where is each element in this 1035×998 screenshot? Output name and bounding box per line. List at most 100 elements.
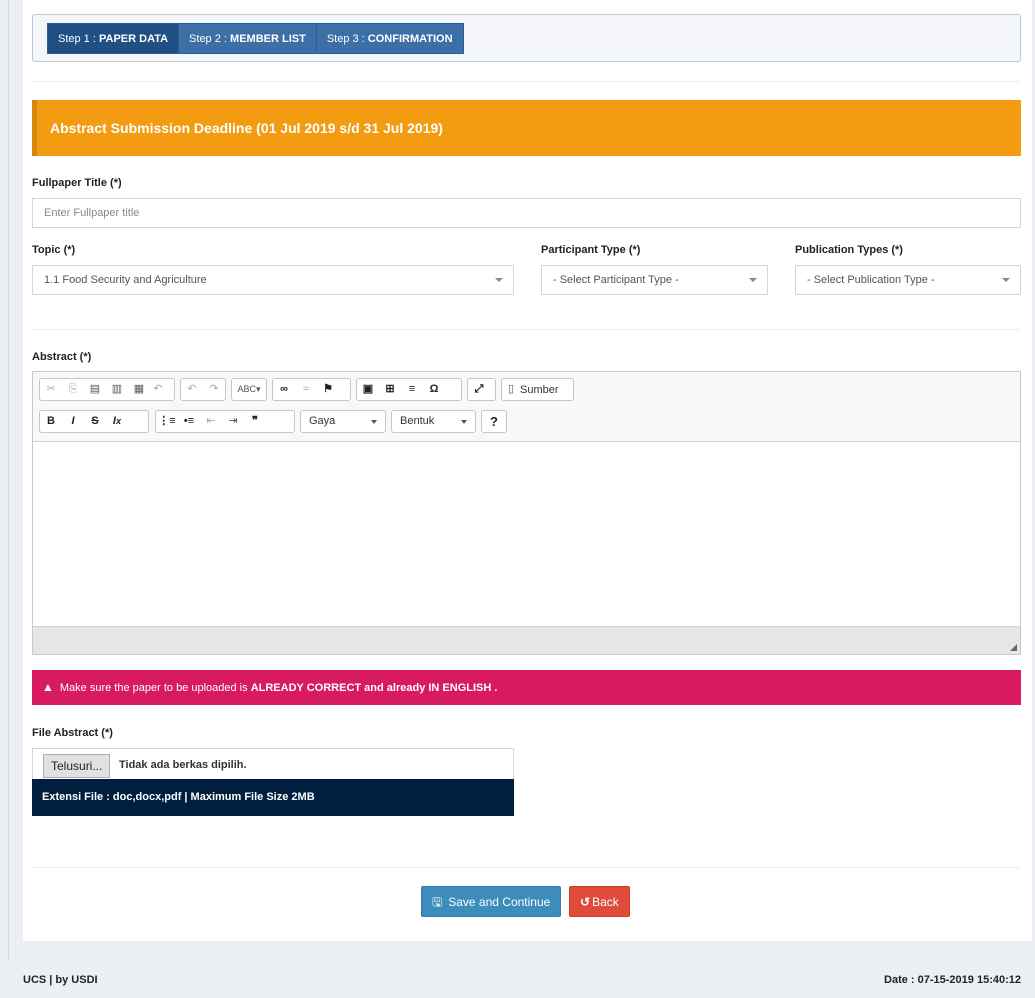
chevron-down-icon xyxy=(495,278,503,282)
editor-toolbar: ✂ ⎘ ▤ ▥ ▦ ↶ ↶ ↷ ABC▾ ∞ ≈ ⚑ ▣ ⊞ ≡ Ω ⤢ ▯ S… xyxy=(33,372,1020,442)
undo-redo-group: ↶ ↷ xyxy=(180,378,226,401)
table-icon[interactable]: ⊞ xyxy=(379,379,401,400)
publication-type-label: Publication Types (*) xyxy=(795,244,903,256)
back-label: Back xyxy=(592,895,619,909)
tab-step-2[interactable]: Step 2 : MEMBER LIST xyxy=(178,23,317,54)
back-button[interactable]: ↺ Back xyxy=(569,886,630,917)
chevron-down-icon xyxy=(371,420,377,424)
help-button[interactable]: ? xyxy=(481,410,507,433)
step-1-name: PAPER DATA xyxy=(98,33,169,45)
link-icon[interactable]: ∞ xyxy=(273,379,295,400)
indent-icon[interactable]: ⇥ xyxy=(222,411,244,432)
maximize-icon: ⤢ xyxy=(474,383,484,395)
editor-content-area[interactable] xyxy=(33,443,1020,627)
step-2-prefix: Step 2 : xyxy=(189,33,231,45)
save-icon: 🖫 xyxy=(432,895,443,909)
bulleted-list-icon[interactable]: •≡ xyxy=(178,411,200,432)
list-group: ⋮≡ •≡ ⇤ ⇥ ❞ xyxy=(155,410,295,433)
chevron-down-icon xyxy=(749,278,757,282)
abstract-editor: ✂ ⎘ ▤ ▥ ▦ ↶ ↶ ↷ ABC▾ ∞ ≈ ⚑ ▣ ⊞ ≡ Ω ⤢ ▯ S… xyxy=(32,371,1021,655)
warning-and: and xyxy=(361,682,387,694)
clipboard-group: ✂ ⎘ ▤ ▥ ▦ ↶ xyxy=(39,378,175,401)
spellcheck-icon: ABC▾ xyxy=(237,384,261,394)
topic-label: Topic (*) xyxy=(32,244,76,256)
italic-icon[interactable]: I xyxy=(62,411,84,432)
redo-icon[interactable]: ↷ xyxy=(203,379,225,400)
steps-bar: Step 1 : PAPER DATA Step 2 : MEMBER LIST… xyxy=(32,14,1021,62)
warning-icon: ▲ xyxy=(42,680,54,694)
left-border xyxy=(8,0,9,960)
undo-icon[interactable]: ↶ xyxy=(150,379,166,400)
paste-icon[interactable]: ▤ xyxy=(84,379,106,400)
format-label: Bentuk xyxy=(400,415,435,427)
spellcheck-button[interactable]: ABC▾ xyxy=(231,378,267,401)
chevron-down-icon xyxy=(461,420,467,424)
blockquote-icon[interactable]: ❞ xyxy=(244,411,266,432)
format-dropdown[interactable]: Bentuk xyxy=(391,410,476,433)
source-label: Sumber xyxy=(520,383,559,396)
participant-type-value: - Select Participant Type - xyxy=(553,274,679,286)
paste-text-icon[interactable]: ▥ xyxy=(106,379,128,400)
step-2-name: MEMBER LIST xyxy=(230,33,306,45)
fullpaper-title-input[interactable]: Enter Fullpaper title xyxy=(32,198,1021,228)
insert-group: ▣ ⊞ ≡ Ω xyxy=(356,378,462,401)
browse-button[interactable]: Telusuri... xyxy=(43,754,111,778)
maximize-button[interactable]: ⤢ xyxy=(467,378,496,401)
chevron-down-icon xyxy=(1002,278,1010,282)
paste-word-icon[interactable]: ▦ xyxy=(128,379,150,400)
step-1-prefix: Step 1 : xyxy=(58,33,99,45)
footer-date: Date : 07-15-2019 15:40:12 xyxy=(884,974,1021,986)
participant-type-label: Participant Type (*) xyxy=(541,244,641,256)
divider xyxy=(32,81,1021,82)
step-3-name: CONFIRMATION xyxy=(367,33,453,45)
style-dropdown[interactable]: Gaya xyxy=(300,410,386,433)
numbered-list-icon[interactable]: ⋮≡ xyxy=(156,411,178,432)
undo-arrow-icon: ↺ xyxy=(580,895,591,909)
step-3-prefix: Step 3 : xyxy=(326,33,368,45)
undo-icon[interactable]: ↶ xyxy=(181,379,203,400)
copy-icon[interactable]: ⎘ xyxy=(62,379,84,400)
unlink-icon[interactable]: ≈ xyxy=(295,379,317,400)
footer-credit: UCS | by USDI xyxy=(23,974,98,986)
horizontal-line-icon[interactable]: ≡ xyxy=(401,379,423,400)
strike-icon[interactable]: S xyxy=(84,411,106,432)
remove-format-icon[interactable]: Ix xyxy=(106,411,128,432)
anchor-flag-icon[interactable]: ⚑ xyxy=(317,379,339,400)
topic-select[interactable]: 1.1 Food Security and Agriculture xyxy=(32,265,514,295)
special-char-icon[interactable]: Ω xyxy=(423,379,445,400)
editor-statusbar xyxy=(33,626,1020,654)
source-icon: ▯ xyxy=(507,383,515,395)
help-icon: ? xyxy=(490,414,498,429)
save-and-continue-button[interactable]: 🖫 Save and Continue xyxy=(421,886,562,917)
main-panel: Step 1 : PAPER DATA Step 2 : MEMBER LIST… xyxy=(23,0,1032,941)
warning-bold-correct: ALREADY CORRECT xyxy=(250,682,362,694)
style-label: Gaya xyxy=(309,415,336,427)
publication-type-select[interactable]: - Select Publication Type - xyxy=(795,265,1021,295)
image-icon[interactable]: ▣ xyxy=(357,379,379,400)
english-warning-alert: ▲ Make sure the paper to be uploaded is A… xyxy=(32,670,1021,705)
tab-step-1[interactable]: Step 1 : PAPER DATA xyxy=(47,23,180,54)
source-button[interactable]: ▯ Sumber xyxy=(501,378,574,401)
warning-bold-english: already IN ENGLISH . xyxy=(386,682,498,694)
publication-type-value: - Select Publication Type - xyxy=(807,274,935,286)
divider xyxy=(32,329,1021,330)
file-input[interactable]: Telusuri... Tidak ada berkas dipilih. xyxy=(32,748,514,780)
file-abstract-label: File Abstract (*) xyxy=(32,727,113,739)
bold-icon[interactable]: B xyxy=(40,411,62,432)
link-group: ∞ ≈ ⚑ xyxy=(272,378,351,401)
warning-text: Make sure the paper to be uploaded is xyxy=(59,682,251,694)
file-extension-note: Extensi File : doc,docx,pdf | Maximum Fi… xyxy=(32,779,514,816)
abstract-label: Abstract (*) xyxy=(32,351,92,363)
deadline-banner: Abstract Submission Deadline (01 Jul 201… xyxy=(32,100,1021,156)
divider xyxy=(32,867,1021,868)
resize-handle-icon[interactable] xyxy=(1010,644,1017,651)
topic-value: 1.1 Food Security and Agriculture xyxy=(44,274,207,286)
cut-icon[interactable]: ✂ xyxy=(40,379,62,400)
outdent-icon[interactable]: ⇤ xyxy=(200,411,222,432)
save-label: Save and Continue xyxy=(448,895,551,909)
tab-step-3[interactable]: Step 3 : CONFIRMATION xyxy=(315,23,464,54)
no-file-text: Tidak ada berkas dipilih. xyxy=(119,759,247,771)
participant-type-select[interactable]: - Select Participant Type - xyxy=(541,265,768,295)
title-label: Fullpaper Title (*) xyxy=(32,177,122,189)
basic-styles-group: B I S Ix xyxy=(39,410,149,433)
